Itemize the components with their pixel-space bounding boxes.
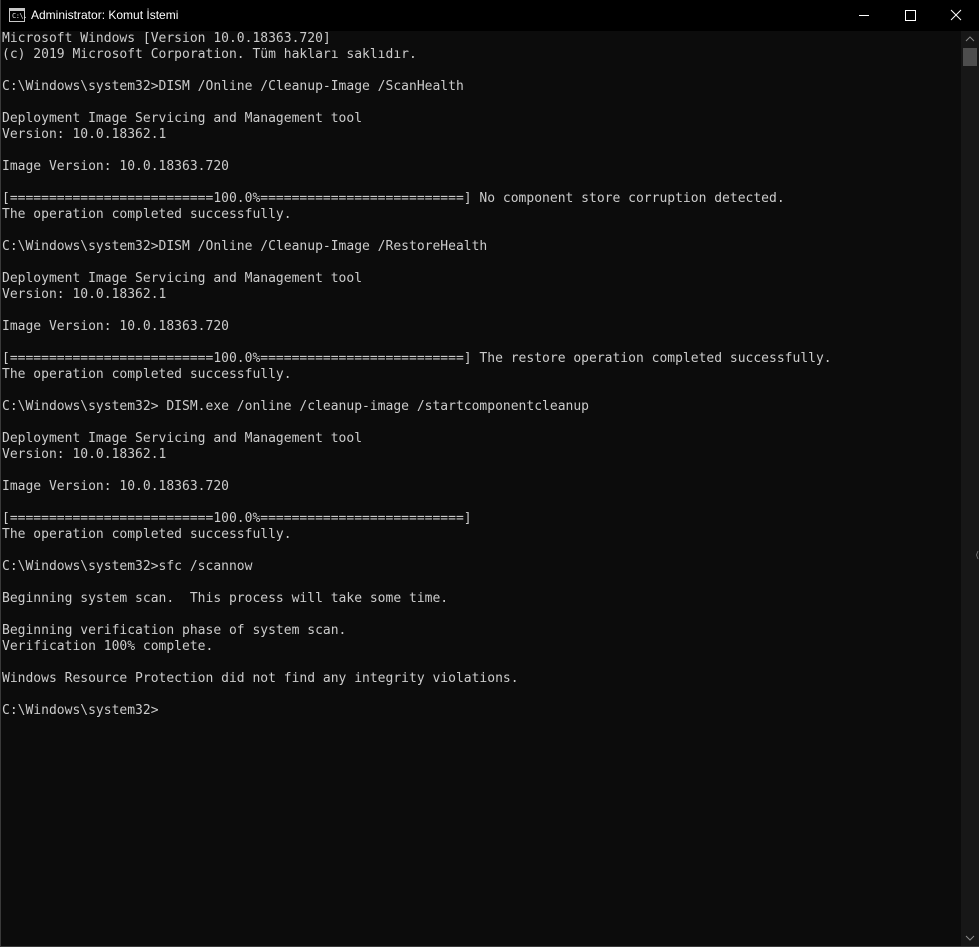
console-line: (c) 2019 Microsoft Corporation. Tüm hakl… [2,47,417,62]
console-line: Deployment Image Servicing and Managemen… [2,431,363,446]
vertical-scrollbar[interactable] [961,31,979,946]
maximize-icon [905,10,916,21]
chevron-up-icon [965,36,975,42]
scroll-thumb[interactable] [963,48,977,66]
console-line: Version: 10.0.18362.1 [2,287,167,302]
console-output[interactable]: Microsoft Windows [Version 10.0.18363.72… [2,31,960,945]
console-line: C:\Windows\system32>sfc /scannow [2,559,253,574]
console-app-icon-label: C:\. [12,12,27,20]
command-prompt-window: C:\. Administrator: Komut İstemi Microso… [0,0,979,947]
console-line: C:\Windows\system32> [2,703,159,718]
console-line: The operation completed successfully. [2,527,292,542]
console-line: [==========================100.0%=======… [2,191,785,206]
console-line: C:\Windows\system32> DISM.exe /online /c… [2,399,589,414]
console-line: Image Version: 10.0.18363.720 [2,479,229,494]
console-line: The operation completed successfully. [2,207,292,222]
title-bar[interactable]: C:\. Administrator: Komut İstemi [1,0,979,31]
minimize-icon [859,15,869,16]
window-title: Administrator: Komut İstemi [31,8,179,22]
console-line: Image Version: 10.0.18363.720 [2,319,229,334]
console-line: Beginning system scan. This process will… [2,591,449,606]
console-line: [==========================100.0%=======… [2,351,832,366]
console-line: Version: 10.0.18362.1 [2,447,167,462]
console-line: The operation completed successfully. [2,367,292,382]
console-line: Deployment Image Servicing and Managemen… [2,271,363,286]
scroll-down-button[interactable] [961,929,979,946]
minimize-button[interactable] [841,0,887,31]
console-line: Verification 100% complete. [2,639,214,654]
chevron-down-icon [965,935,975,941]
console-app-icon[interactable]: C:\. [9,8,27,22]
console-line: Version: 10.0.18362.1 [2,127,167,142]
console-line: [==========================100.0%=======… [2,511,472,526]
console-line: Windows Resource Protection did not find… [2,671,519,686]
close-icon [950,9,962,21]
console-line: Deployment Image Servicing and Managemen… [2,111,363,126]
scroll-up-button[interactable] [961,31,979,48]
console-line: Image Version: 10.0.18363.720 [2,159,229,174]
console-line: C:\Windows\system32>DISM /Online /Cleanu… [2,239,488,254]
maximize-button[interactable] [887,0,933,31]
close-button[interactable] [933,0,979,31]
console-line: C:\Windows\system32>DISM /Online /Cleanu… [2,79,464,94]
console-line: Microsoft Windows [Version 10.0.18363.72… [2,31,331,46]
console-line: Beginning verification phase of system s… [2,623,347,638]
